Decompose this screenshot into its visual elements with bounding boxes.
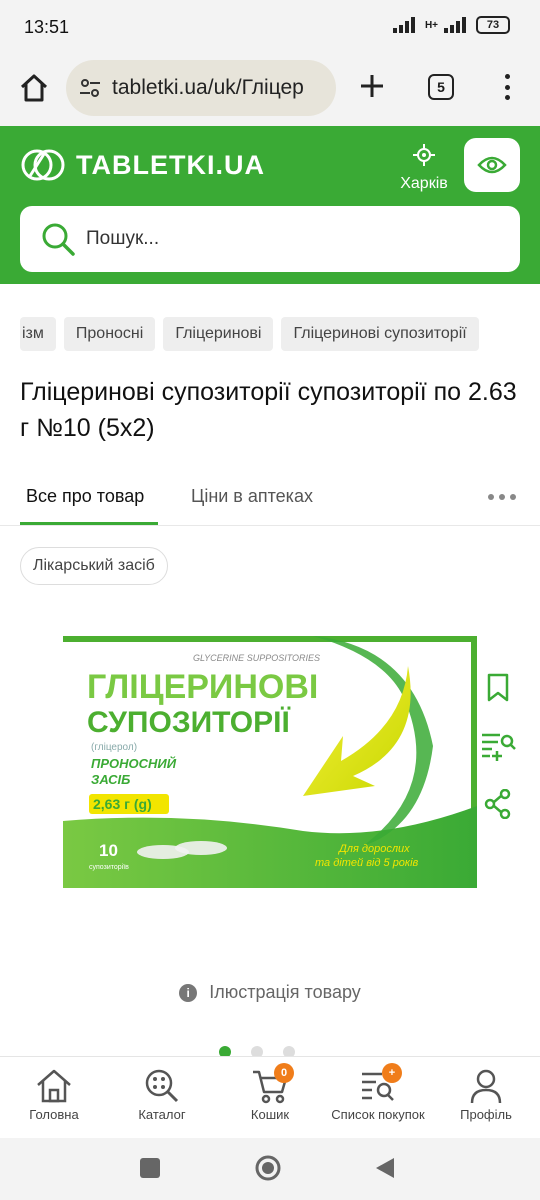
illustration-text: Ілюстрація товару xyxy=(209,982,361,1002)
city-selector[interactable]: Харків xyxy=(396,144,452,193)
package-dose: 2,63 г (g) xyxy=(93,796,152,812)
bookmark-button[interactable] xyxy=(480,670,516,706)
package-audience-1: Для дорослих xyxy=(337,843,410,855)
nav-label: Список покупок xyxy=(331,1107,425,1122)
system-home-button[interactable] xyxy=(254,1154,282,1182)
browser-home-button[interactable] xyxy=(16,70,52,106)
nav-cart[interactable]: 0 Кошик xyxy=(216,1057,324,1138)
product-tabs: Все про товар Ціни в аптеках xyxy=(0,470,540,526)
nav-profile[interactable]: Профіль xyxy=(432,1057,540,1138)
site-header: TABLETKI.UA Харків xyxy=(0,126,540,284)
nav-catalog[interactable]: Каталог xyxy=(108,1057,216,1138)
network-type-icon: H+ xyxy=(424,19,438,31)
catalog-icon xyxy=(145,1069,179,1103)
address-bar[interactable]: tabletki.ua/uk/Гліцер xyxy=(66,60,336,116)
browser-menu-button[interactable] xyxy=(496,70,518,104)
share-button[interactable] xyxy=(480,786,516,822)
cart-count-badge: 0 xyxy=(274,1063,294,1083)
breadcrumb: ізм Проносні Гліцеринові Гліцеринові суп… xyxy=(20,317,540,351)
site-settings-icon xyxy=(80,79,100,97)
share-icon xyxy=(484,789,511,819)
nav-home[interactable]: Головна xyxy=(0,1057,108,1138)
package-substance: (гліцерол) xyxy=(91,742,137,753)
product-image[interactable]: GLYCERINE SUPPOSITORIES ГЛІЦЕРИНОВІ СУПО… xyxy=(63,636,477,888)
eye-icon xyxy=(477,156,507,174)
tab-all-about-product[interactable]: Все про товар xyxy=(26,486,144,507)
active-tab-indicator xyxy=(20,522,158,525)
illustration-note: i Ілюстрація товару xyxy=(0,982,540,1003)
package-purpose-2: ЗАСІБ xyxy=(91,772,130,787)
accessibility-view-button[interactable] xyxy=(464,138,520,192)
system-navigation-bar xyxy=(0,1138,540,1200)
nav-label: Профіль xyxy=(460,1107,512,1122)
recent-apps-button[interactable] xyxy=(140,1158,160,1178)
home-icon xyxy=(37,1069,71,1103)
nav-shopping-list[interactable]: + Список покупок xyxy=(324,1057,432,1138)
site-logo[interactable]: TABLETKI.UA xyxy=(20,148,265,182)
shopping-list-badge: + xyxy=(382,1063,402,1083)
package-purpose-1: ПРОНОСНИЙ xyxy=(91,755,177,771)
plus-icon xyxy=(361,75,383,97)
more-tabs-button[interactable] xyxy=(488,494,516,500)
nav-label: Головна xyxy=(29,1107,79,1122)
pill-logo-icon xyxy=(21,149,65,181)
search-input[interactable] xyxy=(86,228,466,250)
page-title: Гліцеринові супозиторії супозиторії по 2… xyxy=(20,378,517,442)
url-text: tabletki.ua/uk/Гліцер xyxy=(112,76,304,99)
breadcrumb-item[interactable]: ізм xyxy=(20,317,56,351)
system-back-button[interactable] xyxy=(374,1156,396,1180)
list-add-search-icon xyxy=(482,733,516,761)
signal-icon xyxy=(392,17,415,33)
package-audience-2: та дітей від 5 років xyxy=(315,857,419,869)
search-icon xyxy=(42,223,75,256)
new-tab-button[interactable] xyxy=(356,70,388,102)
location-crosshair-icon xyxy=(413,144,435,166)
breadcrumb-item[interactable]: Гліцеринові супозиторії xyxy=(281,317,479,351)
tab-switcher-button[interactable]: 5 xyxy=(428,74,454,100)
bookmark-icon xyxy=(487,673,509,702)
breadcrumb-item[interactable]: Проносні xyxy=(63,317,156,351)
bottom-navigation: Головна Каталог 0 Кошик + Список покупок… xyxy=(0,1056,540,1138)
search-box[interactable] xyxy=(20,206,520,272)
package-name-line1: ГЛІЦЕРИНОВІ xyxy=(87,668,318,706)
package-count: 10 xyxy=(99,841,118,860)
package-count-unit: супозиторіїв xyxy=(89,863,129,871)
nav-label: Кошик xyxy=(250,1107,290,1122)
status-time: 13:51 xyxy=(24,17,70,37)
signal-icon-2 xyxy=(444,17,466,33)
status-bar: 13:51 H+ 73 xyxy=(0,0,540,54)
profile-icon xyxy=(470,1069,502,1104)
package-latin-name: GLYCERINE SUPPOSITORIES xyxy=(193,653,320,663)
nav-label: Каталог xyxy=(138,1107,186,1122)
home-icon xyxy=(20,74,48,102)
add-to-list-button[interactable] xyxy=(480,728,516,764)
browser-toolbar: tabletki.ua/uk/Гліцер 5 xyxy=(0,54,540,126)
logo-text: TABLETKI.UA xyxy=(76,149,265,180)
battery-icon: 73 xyxy=(476,16,510,34)
package-name-line2: СУПОЗИТОРІЇ xyxy=(87,706,290,739)
info-icon: i xyxy=(179,983,198,1002)
breadcrumb-item[interactable]: Гліцеринові xyxy=(163,317,274,351)
city-label: Харків xyxy=(400,175,448,192)
category-badge: Лікарський засіб xyxy=(20,547,168,585)
status-icons: H+ 73 xyxy=(392,16,510,34)
product-side-actions xyxy=(480,670,520,844)
tab-pharmacy-prices[interactable]: Ціни в аптеках xyxy=(191,486,313,507)
